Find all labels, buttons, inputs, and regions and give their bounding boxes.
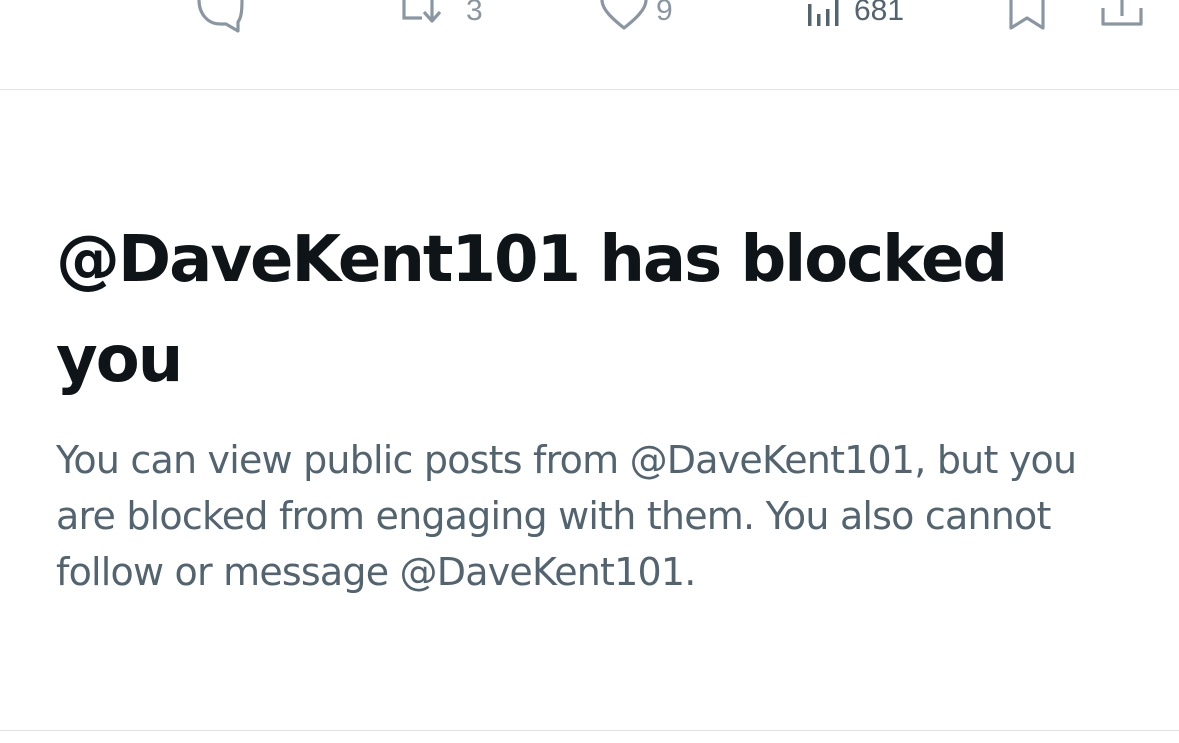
share-button[interactable] [1100,0,1144,34]
share-icon [1100,0,1144,34]
blocked-notice: @DaveKent101 has blocked you You can vie… [56,210,1136,600]
heart-icon [600,0,648,34]
reply-icon [196,0,244,34]
like-button[interactable]: 9 [600,0,673,34]
views-count: 681 [854,0,905,27]
views-button[interactable]: 681 [806,0,904,34]
repost-count: 3 [466,0,483,27]
repost-button[interactable]: 3 [402,0,483,34]
bookmark-button[interactable] [1008,0,1048,34]
like-count: 9 [656,0,673,27]
blocked-title: @DaveKent101 has blocked you [56,223,1008,397]
divider [0,730,1179,731]
reply-button[interactable] [196,0,244,34]
blocked-description: You can view public posts from @DaveKent… [56,438,1077,594]
views-chart-icon [806,0,846,34]
tweet-action-bar: 3 9 681 [0,0,1179,90]
bookmark-icon [1008,0,1048,34]
repost-icon [402,0,458,34]
